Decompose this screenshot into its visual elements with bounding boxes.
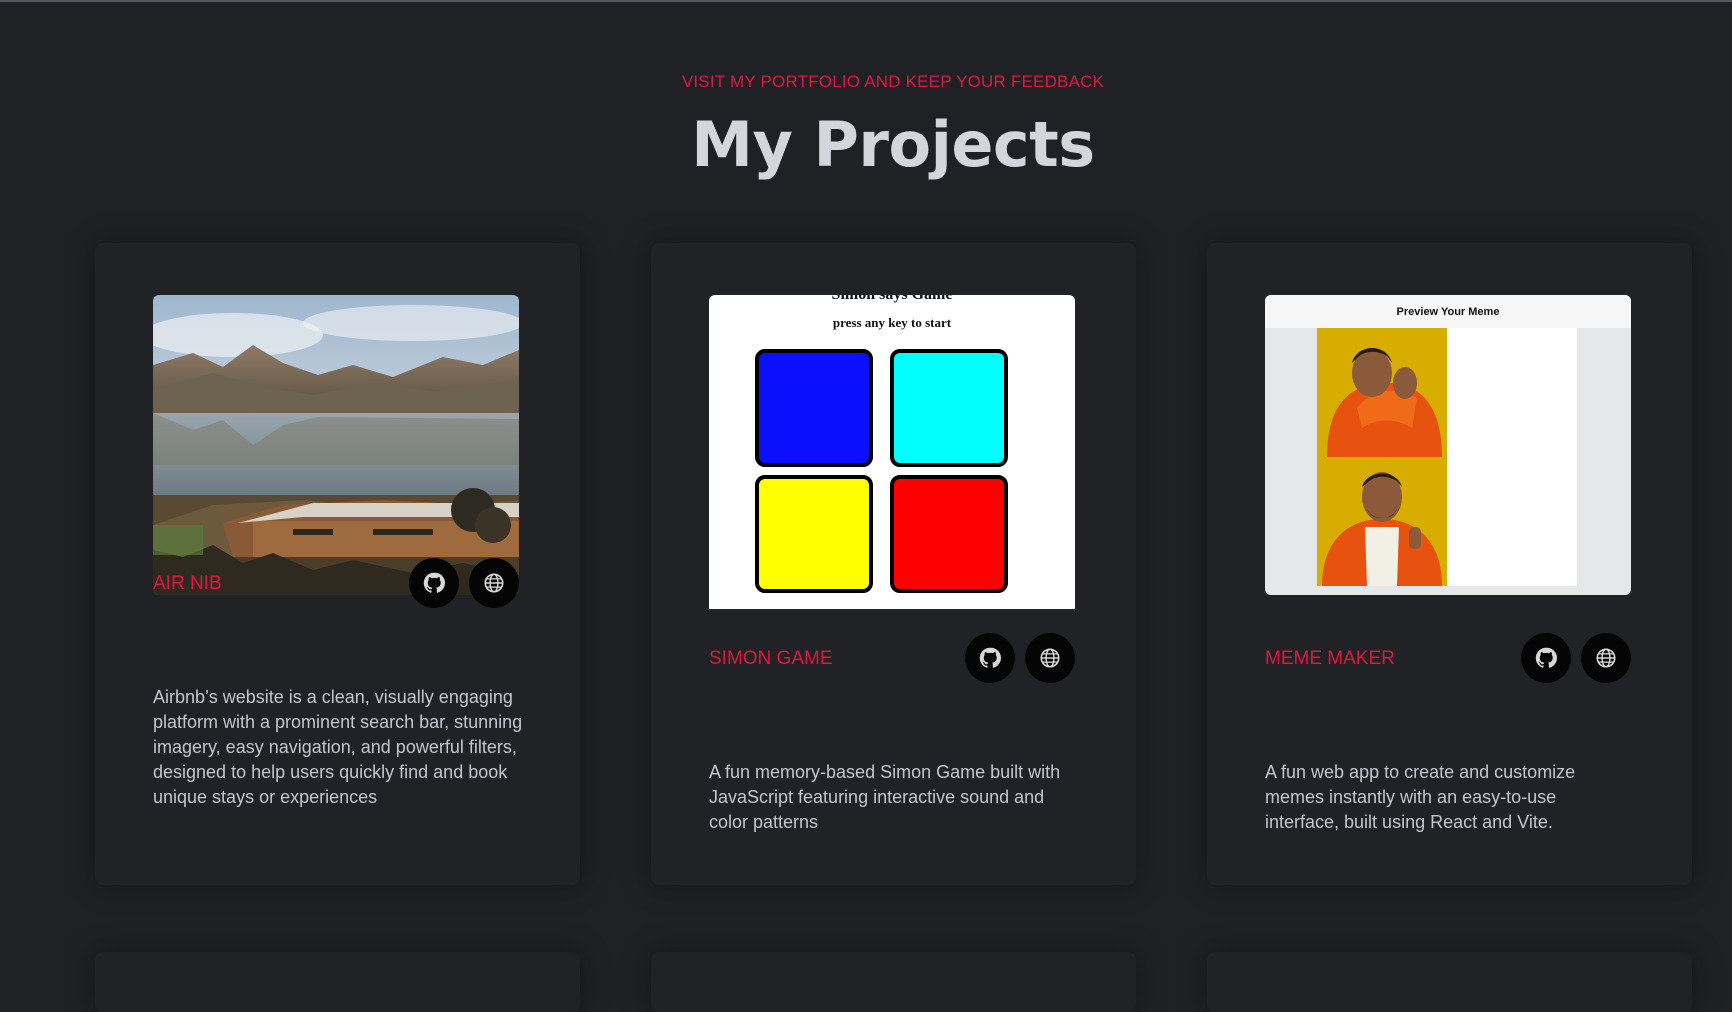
globe-icon [1040, 648, 1060, 668]
top-divider [0, 0, 1732, 2]
landscape-image [153, 295, 519, 595]
simon-preview-subtitle: press any key to start [832, 315, 952, 330]
drake-panel-bottom [1317, 457, 1447, 586]
project-card-meme-maker: Preview Your Meme MEME MAKER A fun web a… [1207, 243, 1692, 885]
project-card-next-1 [95, 952, 580, 1012]
globe-icon [484, 573, 504, 593]
website-button[interactable] [1581, 633, 1631, 683]
project-image-meme-maker[interactable]: Preview Your Meme [1265, 295, 1631, 595]
simon-yellow-square [755, 475, 873, 593]
website-button[interactable] [1025, 633, 1075, 683]
website-button[interactable] [469, 558, 519, 608]
github-button[interactable] [965, 633, 1015, 683]
simon-cyan-square [890, 349, 1008, 467]
project-card-air-nib: AIR NIB Airbnb’s website is a clean, vis… [95, 243, 580, 885]
project-description: A fun web app to create and customize me… [1265, 762, 1576, 832]
project-card-simon-game: Simon says Game press any key to start S… [651, 243, 1136, 885]
section-title: My Projects [691, 108, 1095, 181]
meme-preview-title: Preview Your Meme [1265, 295, 1631, 328]
globe-icon [1596, 648, 1616, 668]
simon-blue-square [755, 349, 873, 467]
project-title: AIR NIB [153, 573, 222, 594]
section-subtitle: VISIT MY PORTFOLIO AND KEEP YOUR FEEDBAC… [681, 72, 1105, 91]
meme-canvas [1317, 328, 1577, 586]
drake-panel-top [1317, 328, 1447, 457]
project-title: SIMON GAME [709, 648, 833, 669]
project-card-next-3 [1207, 952, 1692, 1012]
project-image-simon-game[interactable]: Simon says Game press any key to start [709, 295, 1075, 609]
github-icon [979, 647, 1001, 668]
project-title: MEME MAKER [1265, 648, 1395, 669]
project-description: Airbnb’s website is a clean, visually en… [153, 687, 523, 807]
github-button[interactable] [409, 558, 459, 608]
github-icon [423, 572, 445, 593]
simon-red-square [890, 475, 1008, 593]
project-description: A fun memory-based Simon Game built with… [709, 762, 1061, 832]
github-button[interactable] [1521, 633, 1571, 683]
github-icon [1535, 647, 1557, 668]
project-card-next-2 [651, 952, 1136, 1012]
project-image-air-nib[interactable] [153, 295, 519, 595]
simon-preview-title: Simon says Game [709, 295, 1075, 304]
